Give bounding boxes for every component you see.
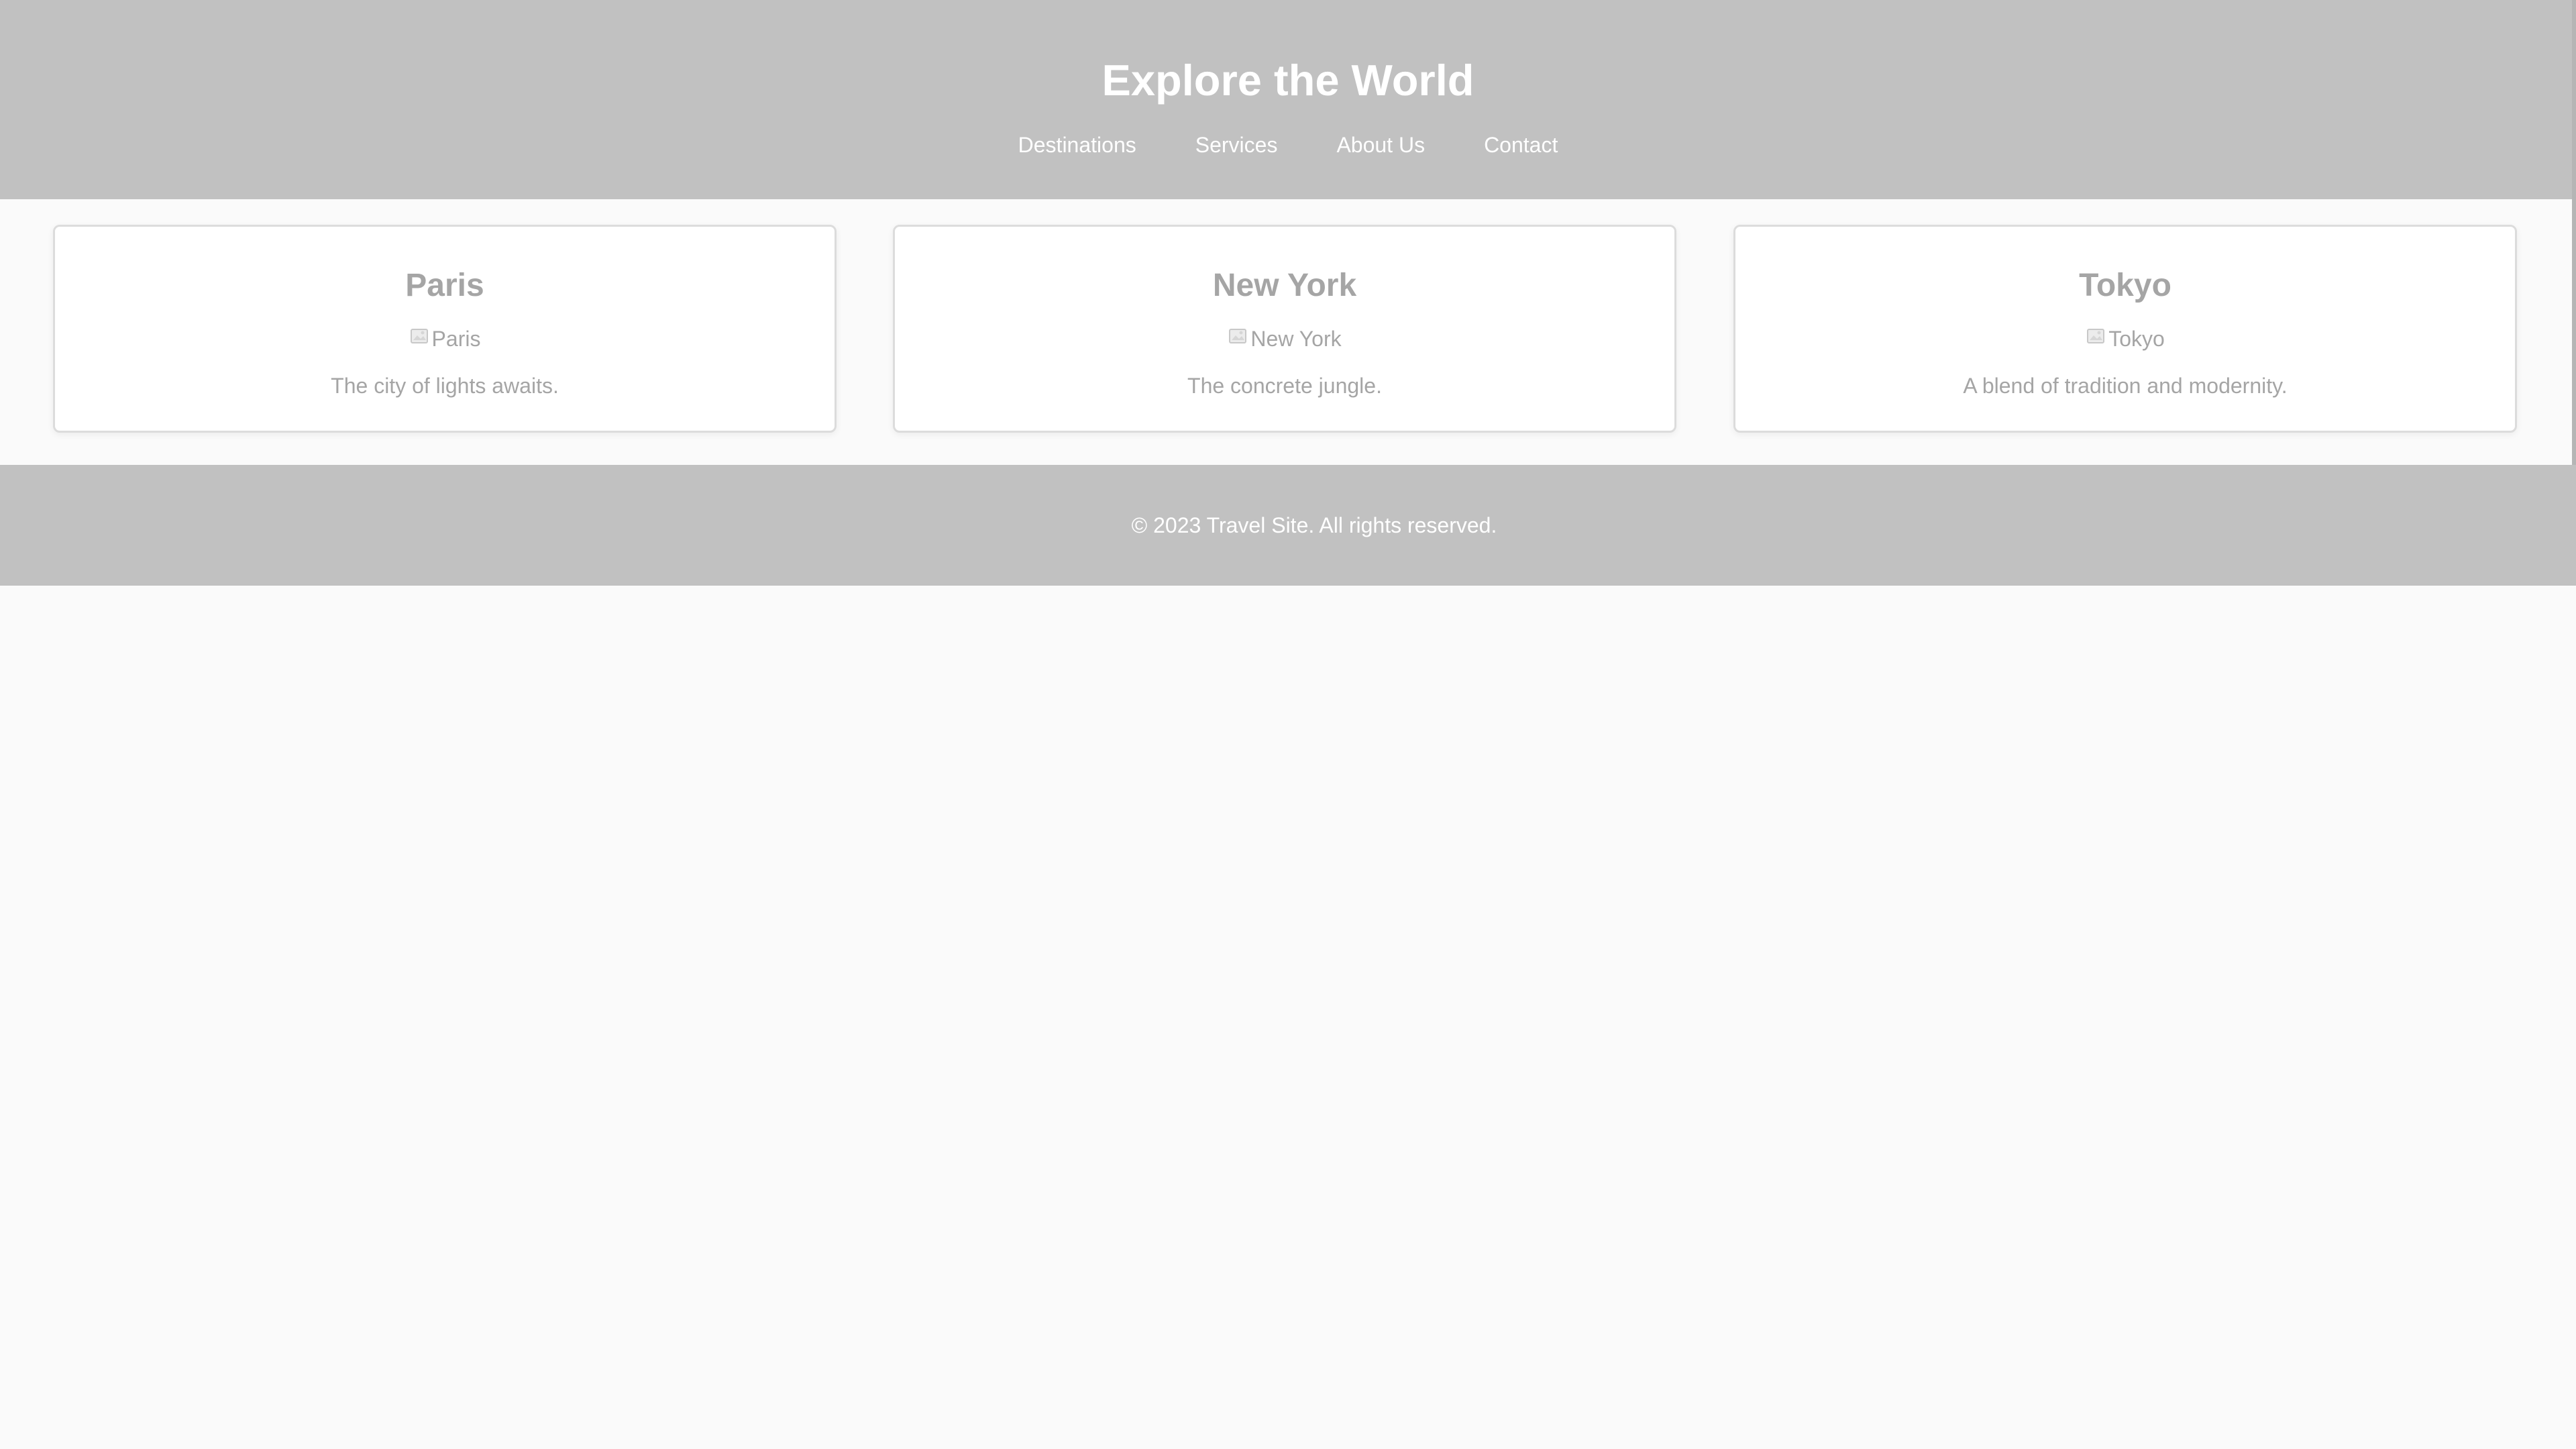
image-alt-text: Tokyo — [2108, 327, 2165, 351]
site-title: Explore the World — [1102, 56, 1474, 105]
main-nav: Destinations Services About Us Contact — [0, 129, 2576, 161]
destination-card-tokyo: Tokyo Tokyo A blend of tradition and mod… — [1733, 225, 2517, 433]
site-header: Explore the World Destinations Services … — [0, 0, 2576, 586]
image-alt-text: Paris — [431, 327, 481, 351]
card-image: Tokyo — [1735, 325, 2515, 352]
image-alt-text: New York — [1250, 327, 1342, 351]
destination-cards: Paris Paris The city of lights awaits. N… — [0, 199, 2576, 465]
nav-contact[interactable]: Contact — [1484, 129, 1558, 161]
card-description: The city of lights awaits. — [331, 374, 559, 398]
broken-image-icon — [409, 325, 431, 347]
card-image: Paris — [55, 325, 835, 352]
card-title: Tokyo — [2079, 268, 2171, 303]
nav-services[interactable]: Services — [1195, 129, 1278, 161]
site-footer: © 2023 Travel Site. All rights reserved. — [0, 465, 2576, 586]
broken-image-icon — [1228, 325, 1249, 347]
card-title: Paris — [405, 268, 484, 303]
destination-card-paris: Paris Paris The city of lights awaits. — [53, 225, 837, 433]
page: Explore the World Destinations Services … — [0, 0, 2576, 1449]
broken-image-icon — [2086, 325, 2107, 347]
nav-destinations[interactable]: Destinations — [1018, 129, 1136, 161]
nav-about-us[interactable]: About Us — [1336, 129, 1425, 161]
card-description: A blend of tradition and modernity. — [1963, 374, 2288, 398]
card-image: New York — [895, 325, 1674, 352]
card-title: New York — [1212, 268, 1357, 303]
copyright-text: © 2023 Travel Site. All rights reserved. — [1131, 513, 1497, 537]
destination-card-new-york: New York New York The concrete jungle. — [893, 225, 1676, 433]
card-description: The concrete jungle. — [1187, 374, 1382, 398]
